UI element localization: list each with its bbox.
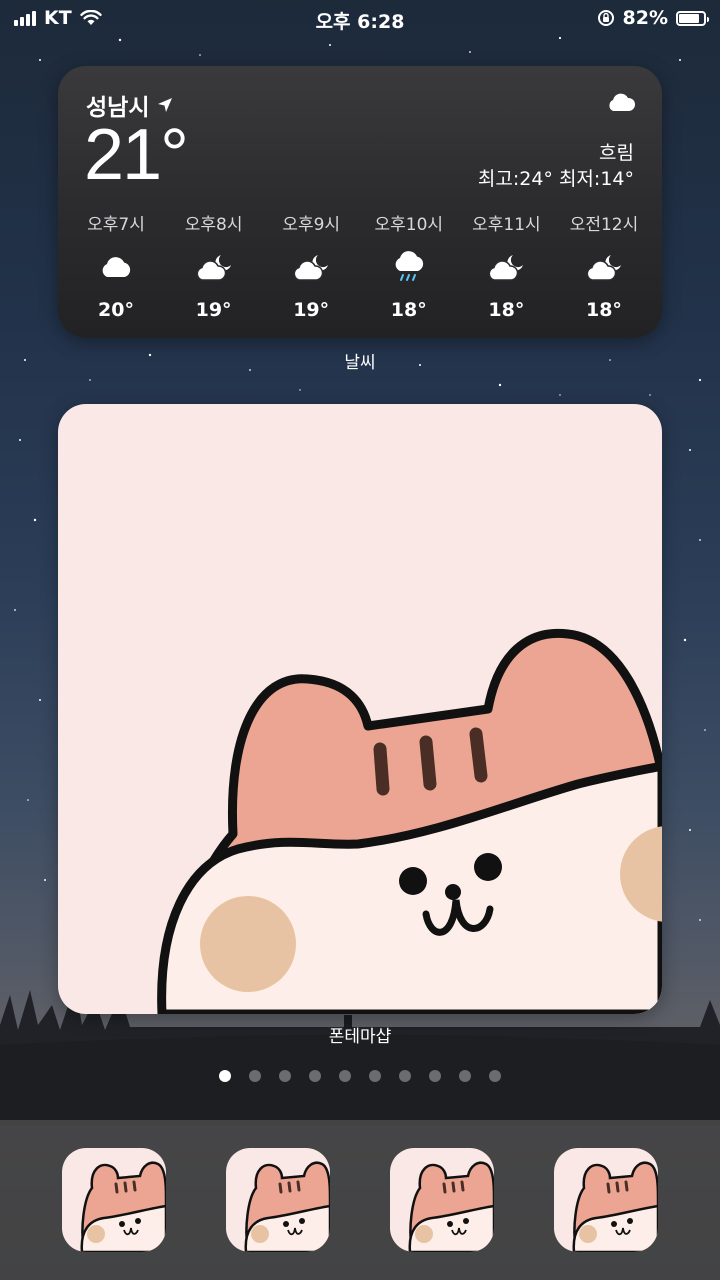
hourly-item: 오후8시 19° <box>166 210 262 321</box>
dock-app-4[interactable] <box>554 1148 658 1252</box>
photo-widget-label: 폰테마샵 <box>328 1027 392 1047</box>
hourly-temp: 19° <box>195 299 232 321</box>
hourly-item: 오후9시 19° <box>263 210 359 321</box>
page-dot[interactable] <box>249 1070 261 1082</box>
dock-app-1[interactable] <box>62 1148 166 1252</box>
hamster-app-icon <box>408 1161 494 1252</box>
weather-widget[interactable]: 성남시 21° 흐림 최고:24° 최저:14° 오후7시 20° 오후8시 1… <box>58 66 662 338</box>
hamster-app-icon <box>80 1161 166 1252</box>
dock-app-2[interactable] <box>226 1148 330 1252</box>
cloud-rain-icon <box>395 251 423 281</box>
cloud-icon <box>102 257 131 277</box>
cloud-icon <box>609 93 636 111</box>
hourly-time: 오후10시 <box>374 215 444 235</box>
hamster-app-icon <box>572 1161 658 1252</box>
location-arrow-icon <box>158 98 173 112</box>
hourly-time: 오전12시 <box>569 215 639 235</box>
page-dot[interactable] <box>339 1070 351 1082</box>
page-indicator[interactable] <box>0 1070 720 1082</box>
hourly-time: 오후9시 <box>282 215 341 235</box>
page-dot[interactable] <box>219 1070 231 1082</box>
weather-condition: 흐림 <box>599 142 634 164</box>
page-dot[interactable] <box>459 1070 471 1082</box>
dock-app-3[interactable] <box>390 1148 494 1252</box>
status-bar: KT 오후 6:28 82% <box>0 0 720 36</box>
hourly-forecast: 오후7시 20° 오후8시 19° 오후9시 19° 오후10시 18° 오후1… <box>68 210 652 321</box>
home-screen: KT 오후 6:28 82% 성남시 21° 흐림 최고:24° 최저:14° … <box>0 0 720 1280</box>
page-dot[interactable] <box>399 1070 411 1082</box>
hourly-item: 오후11시 18° <box>458 210 554 321</box>
hourly-temp: 18° <box>488 299 525 321</box>
battery-percent: 82% <box>622 7 668 29</box>
hourly-temp: 18° <box>585 299 622 321</box>
weather-high-low: 최고:24° 최저:14° <box>477 168 634 190</box>
hourly-time: 오후11시 <box>472 215 541 235</box>
cloud-moon-icon <box>196 255 231 281</box>
weather-widget-label: 날씨 <box>344 353 376 373</box>
battery-fill <box>679 13 699 23</box>
hamster-illustration <box>157 628 662 1014</box>
hourly-time: 오후7시 <box>87 215 145 235</box>
hourly-time: 오후8시 <box>184 215 243 235</box>
cloud-moon-icon <box>488 255 524 281</box>
hourly-item: 오후10시 18° <box>361 210 457 321</box>
page-dot[interactable] <box>369 1070 381 1082</box>
page-dot[interactable] <box>489 1070 501 1082</box>
dock <box>0 1120 720 1280</box>
orientation-lock-icon <box>597 10 614 26</box>
hourly-item: 오후7시 20° <box>68 210 164 321</box>
page-dot[interactable] <box>279 1070 291 1082</box>
page-dot[interactable] <box>309 1070 321 1082</box>
page-dot[interactable] <box>429 1070 441 1082</box>
hourly-item: 오전12시 18° <box>556 210 652 321</box>
cloud-moon-icon <box>586 255 621 281</box>
battery-icon <box>676 10 709 26</box>
hourly-temp: 20° <box>98 299 134 321</box>
hourly-temp: 19° <box>293 299 330 321</box>
hamster-app-icon <box>244 1161 330 1252</box>
photo-widget[interactable] <box>58 404 662 1014</box>
hourly-temp: 18° <box>390 299 427 321</box>
cloud-moon-icon <box>293 255 329 281</box>
weather-current-temp: 21° <box>84 115 189 195</box>
